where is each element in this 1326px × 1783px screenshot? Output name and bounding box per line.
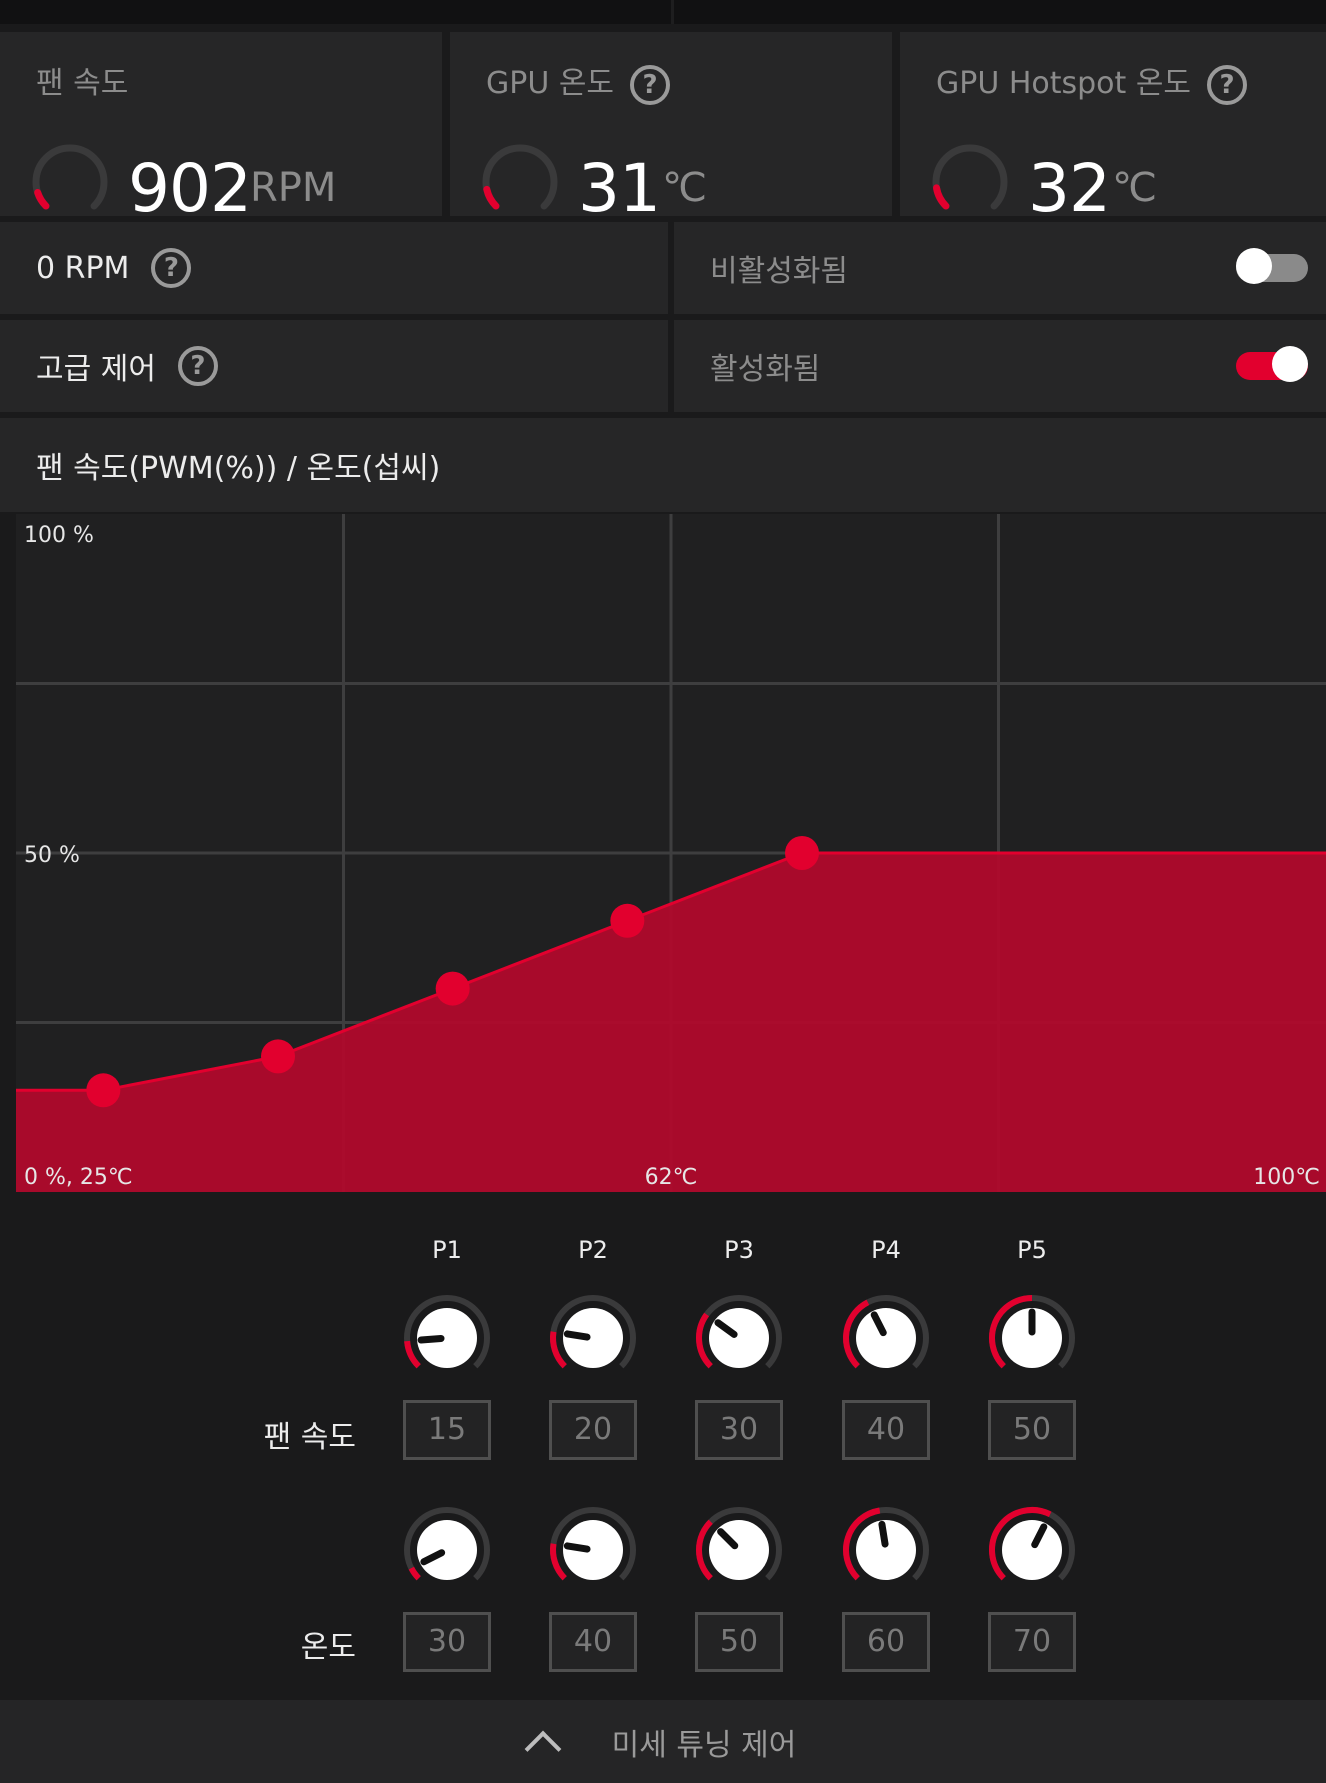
fan-speed-knob-p1[interactable] [401,1292,493,1384]
gpu-hotspot-card: GPU Hotspot 온도? 32 ℃ [900,32,1326,227]
fan-speed-knob-p5[interactable] [986,1292,1078,1384]
x-tick-label-max: 100℃ [1253,1165,1320,1190]
fan-speed-card: 팬 속도 902 RPM [0,32,442,227]
fan-curve-chart[interactable]: 100 % 50 % 0 %, 25℃ 62℃ 100℃ [0,514,1326,1192]
point-header-p3: P3 [724,1236,754,1264]
fan-speed-input-p3[interactable]: 30 [695,1400,783,1460]
zero-rpm-toggle[interactable] [1236,248,1308,284]
temperature-knob-p1[interactable] [401,1504,493,1596]
chart-title-bar: 팬 속도(PWM(%)) / 온도(섭씨) [0,418,1326,512]
advanced-control-toggle-cell: 활성화됨 [674,320,1326,412]
gauge-fill [933,184,950,210]
gauge-fill [34,189,50,210]
temperature-input-p2[interactable]: 40 [549,1612,637,1672]
point-header-p4: P4 [871,1236,901,1264]
curve-point-p5[interactable] [785,836,819,870]
chart-title: 팬 속도(PWM(%)) / 온도(섭씨) [36,451,441,486]
fan-speed-gauge-icon [32,144,108,210]
fan-speed-input-p4[interactable]: 40 [842,1400,930,1460]
fan-speed-unit: RPM [250,165,337,211]
help-icon[interactable]: ? [151,248,192,288]
knob-dial [417,1520,477,1580]
zero-rpm-state: 비활성화됨 [710,254,848,289]
gauge-fill [483,185,500,210]
metric-label: 팬 속도 [36,66,129,101]
fan-speed-row-label: 팬 속도 [263,1420,356,1455]
gpu-temp-card: GPU 온도? 31 ℃ [450,32,892,227]
knob-fill [404,1340,421,1369]
toggle-knob [1272,346,1308,382]
point-header-p5: P5 [1017,1236,1047,1264]
knob-dial [709,1308,769,1368]
curve-point-p1[interactable] [86,1073,121,1108]
curve-point-p3[interactable] [435,971,470,1006]
temperature-knob-p4[interactable] [840,1504,932,1596]
knob-fill [408,1566,421,1581]
temperature-input-p1[interactable]: 30 [403,1612,491,1672]
gauge-track [482,144,558,210]
temperature-input-p3[interactable]: 50 [695,1612,783,1672]
knob-fill [550,1331,567,1369]
help-icon[interactable]: ? [630,64,671,105]
curve-point-p2[interactable] [261,1039,295,1074]
gpu-temp-gauge-icon [482,144,558,210]
knob-fill [696,1312,713,1369]
point-header-p2: P2 [578,1236,608,1264]
knob-fill [550,1543,567,1581]
curve-point-p4[interactable] [610,903,645,938]
gpu-temp-unit: ℃ [662,165,707,211]
knob-indicator [417,1334,445,1344]
help-icon[interactable]: ? [1207,64,1248,105]
fine-tuning-toggle-label: 미세 튜닝 제어 [611,1727,797,1763]
temperature-row-label: 온도 [300,1630,356,1665]
temperature-knob-p3[interactable] [693,1504,785,1596]
fan-speed-input-p5[interactable]: 50 [988,1400,1076,1460]
temperature-knob-p5[interactable] [986,1504,1078,1596]
knob-indicator [878,1520,889,1548]
toggle-knob [1236,248,1272,284]
fan-speed-input-p1[interactable]: 15 [403,1400,491,1460]
y-tick-label-50: 50 % [24,843,80,868]
fine-tuning-footer[interactable]: 미세 튜닝 제어 [0,1700,1326,1783]
top-bar [0,0,1326,24]
advanced-control-label: 고급 제어? [36,320,218,412]
gpu-hotspot-value: 32 [1028,150,1111,227]
fan-speed-knob-p4[interactable] [840,1292,932,1384]
gauge-track [932,144,1008,210]
advanced-control-label-cell: 고급 제어? [0,320,668,412]
gauge-track [32,144,108,210]
advanced-control-state: 활성화됨 [710,352,821,387]
knob-indicator [563,1330,591,1341]
zero-rpm-label-cell: 0 RPM? [0,222,668,314]
fan-speed-knob-p3[interactable] [693,1292,785,1384]
zero-rpm-label: 0 RPM? [36,222,192,314]
y-tick-label-100: 100 % [24,523,94,548]
top-bar-divider [671,0,674,24]
origin-label: 0 %, 25℃ [24,1165,133,1190]
fan-speed-knob-p2[interactable] [547,1292,639,1384]
metric-label: GPU 온도? [486,58,671,105]
knob-indicator [563,1542,591,1553]
x-tick-label-mid: 62℃ [645,1165,698,1190]
gpu-hotspot-unit: ℃ [1112,165,1157,211]
gpu-temp-value: 31 [578,150,661,227]
gpu-hotspot-gauge-icon [932,144,1008,210]
temperature-knob-p2[interactable] [547,1504,639,1596]
fan-speed-value: 902 [128,150,252,227]
temperature-input-p5[interactable]: 70 [988,1612,1076,1672]
chevron-up-icon[interactable] [524,1730,562,1767]
fan-speed-input-p2[interactable]: 20 [549,1400,637,1460]
knob-dial [709,1520,769,1580]
knob-fill [696,1519,713,1581]
point-header-p1: P1 [432,1236,462,1264]
knob-dial [1002,1520,1062,1580]
knob-dial [856,1308,916,1368]
help-icon[interactable]: ? [177,346,218,386]
temperature-input-p4[interactable]: 60 [842,1612,930,1672]
advanced-control-toggle[interactable] [1236,346,1308,382]
zero-rpm-toggle-cell: 비활성화됨 [674,222,1326,314]
metric-label: GPU Hotspot 온도? [936,58,1248,105]
